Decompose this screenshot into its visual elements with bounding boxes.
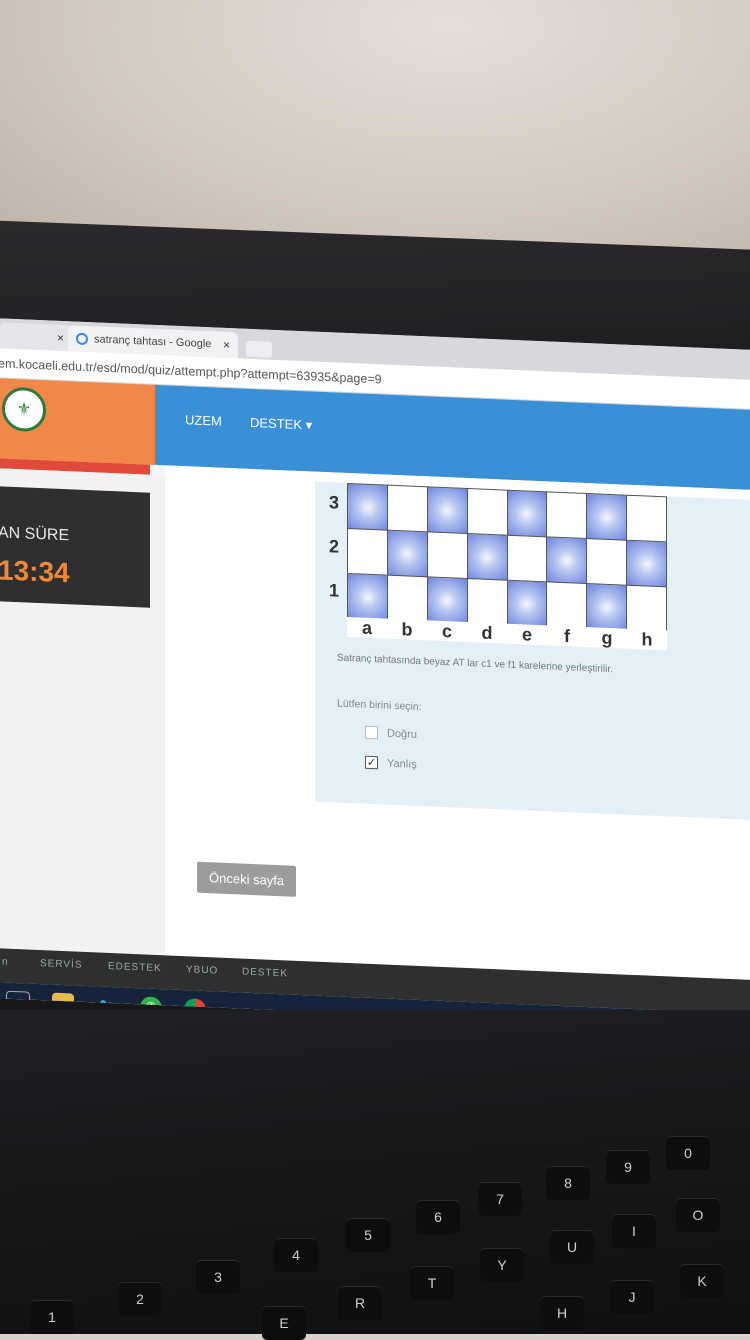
timer-value: 13:34 — [0, 554, 70, 589]
keyboard-key: J — [610, 1280, 654, 1314]
footer-link[interactable]: SERVİS — [40, 958, 83, 971]
footer-link[interactable]: n — [2, 957, 9, 968]
timer-box: AN SÜRE 13:34 — [0, 486, 150, 608]
file-label: g — [601, 627, 613, 649]
keyboard-key: R — [338, 1286, 382, 1320]
keyboard-key: O — [676, 1198, 720, 1232]
chessboard-grid — [347, 482, 667, 633]
keyboard-key: 0 — [666, 1136, 710, 1170]
keyboard-key: T — [410, 1266, 454, 1300]
board-square — [347, 483, 388, 531]
board-square — [626, 495, 667, 542]
option-label: Yanlış — [387, 757, 417, 771]
logo-area: ⚜ — [0, 378, 155, 465]
keyboard-key: K — [680, 1264, 724, 1298]
nav-uzem[interactable]: UZEM — [185, 412, 222, 429]
board-square — [507, 535, 547, 582]
board-square — [626, 585, 667, 632]
board-square — [586, 583, 627, 631]
keyboard-key: 5 — [346, 1218, 390, 1252]
keyboard-key: E — [262, 1306, 306, 1340]
option-dogru[interactable]: Doğru — [365, 725, 417, 741]
previous-page-button[interactable]: Önceki sayfa — [197, 861, 297, 897]
board-square — [507, 490, 547, 537]
file-label: e — [521, 624, 532, 645]
main-content: 3 2 1 a b c d e f g h Satranç tahtasında… — [165, 465, 750, 1032]
checkbox-yanlis[interactable]: ✓ — [365, 755, 378, 770]
checkbox-dogru[interactable] — [365, 725, 378, 740]
keyboard-key: H — [540, 1296, 584, 1330]
new-tab-button[interactable] — [246, 340, 272, 358]
keyboard-key: 6 — [416, 1200, 460, 1234]
browser-tab-1[interactable]: × — [0, 322, 72, 352]
file-label: a — [361, 617, 372, 639]
keyboard-key: 4 — [274, 1238, 318, 1272]
board-square — [586, 493, 627, 541]
board-square — [586, 538, 627, 586]
laptop-keyboard: 1 2 3 4 5 6 7 8 9 0 E R T Y U I O H J K — [0, 1010, 750, 1340]
rank-label: 1 — [328, 580, 339, 601]
close-icon[interactable]: × — [223, 338, 230, 352]
board-square — [427, 531, 468, 579]
keyboard-key: 2 — [118, 1282, 162, 1316]
background-wall — [0, 0, 750, 255]
google-icon — [76, 332, 88, 346]
board-square — [467, 578, 507, 626]
tab-label: satranç tahtası - Google — [94, 333, 212, 351]
rank-label: 2 — [328, 536, 339, 557]
board-square — [347, 528, 388, 576]
board-square — [387, 485, 428, 532]
board-square — [387, 530, 428, 577]
board-square — [467, 488, 507, 536]
keyboard-key: U — [550, 1230, 594, 1264]
keyboard-key: 8 — [546, 1166, 590, 1200]
footer-link[interactable]: EDESTEK — [108, 961, 162, 974]
footer-link[interactable]: DESTEK — [242, 967, 288, 980]
board-square — [626, 540, 667, 587]
close-icon[interactable]: × — [57, 331, 64, 345]
board-square — [507, 580, 547, 627]
option-label: Doğru — [387, 727, 417, 741]
board-square — [427, 576, 468, 624]
board-square — [546, 581, 587, 629]
file-label: d — [481, 622, 493, 644]
file-label: f — [564, 626, 570, 647]
keyboard-key: 3 — [196, 1260, 240, 1294]
nav-destek[interactable]: DESTEK ▾ — [250, 415, 312, 434]
file-label: c — [441, 620, 452, 642]
keyboard-key: 1 — [30, 1300, 74, 1334]
keyboard-key: I — [612, 1214, 656, 1248]
board-square — [427, 486, 468, 534]
option-yanlis[interactable]: ✓ Yanlış — [365, 755, 417, 771]
board-square — [546, 536, 587, 584]
keyboard-key: Y — [480, 1248, 524, 1282]
rank-label: 3 — [328, 492, 339, 513]
board-square — [546, 491, 587, 539]
timer-label: AN SÜRE — [0, 524, 70, 545]
laptop-screen: × satranç tahtası - Google × em.kocaeli.… — [0, 318, 750, 1032]
keyboard-key: 7 — [478, 1182, 522, 1216]
board-square — [347, 573, 388, 621]
file-label: b — [401, 619, 413, 640]
university-logo[interactable]: ⚜ — [2, 386, 46, 433]
board-square — [467, 533, 507, 581]
footer-link[interactable]: YBUO — [186, 964, 218, 976]
file-label: h — [641, 629, 653, 650]
keyboard-key: 9 — [606, 1150, 650, 1184]
board-square — [387, 575, 428, 622]
